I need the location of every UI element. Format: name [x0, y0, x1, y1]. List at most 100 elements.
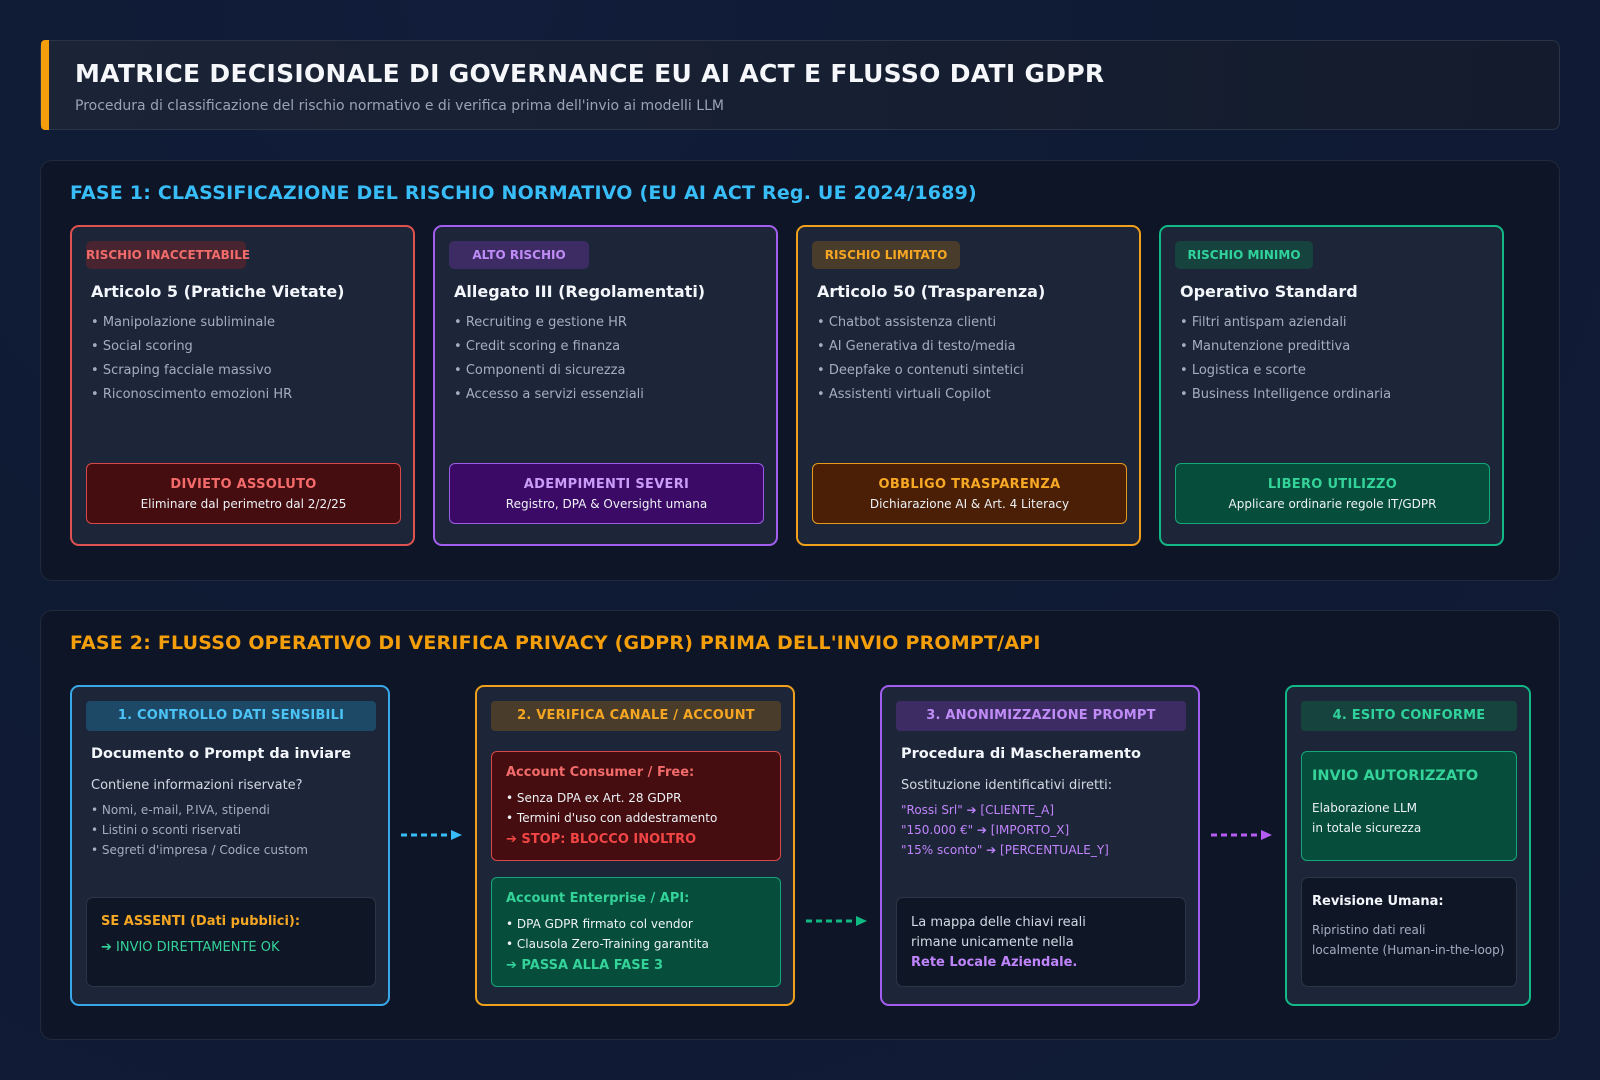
page-title: MATRICE DECISIONALE DI GOVERNANCE EU AI … — [75, 59, 1105, 88]
list-item: Manutenzione predittiva — [1180, 335, 1391, 359]
risk-list: Filtri antispam aziendali Manutenzione p… — [1180, 311, 1391, 407]
consumer-title: Account Consumer / Free: — [506, 765, 695, 780]
risk-card-minimal: RISCHIO MINIMO Operativo Standard Filtri… — [1159, 225, 1504, 546]
step3-intro: Sostituzione identificativi diretti: — [901, 778, 1113, 793]
phase2-title: FASE 2: FLUSSO OPERATIVO DI VERIFICA PRI… — [70, 632, 1041, 654]
list-item: Business Intelligence ordinaria — [1180, 383, 1391, 407]
list-item: Recruiting e gestione HR — [454, 311, 644, 335]
phase2-panel: FASE 2: FLUSSO OPERATIVO DI VERIFICA PRI… — [40, 610, 1560, 1040]
phase1-panel: FASE 1: CLASSIFICAZIONE DEL RISCHIO NORM… — [40, 160, 1560, 581]
step1-public-action: ➔ INVIO DIRETTAMENTE OK — [101, 940, 280, 955]
risk-list: Manipolazione subliminale Social scoring… — [91, 311, 292, 407]
risk-heading: Articolo 50 (Trasparenza) — [817, 282, 1046, 301]
risk-badge: ALTO RISCHIO — [449, 241, 589, 269]
authorized-box: INVIO AUTORIZZATO Elaborazione LLM in to… — [1301, 751, 1517, 861]
header-banner: MATRICE DECISIONALE DI GOVERNANCE EU AI … — [40, 40, 1560, 130]
risk-badge: RISCHIO MINIMO — [1175, 241, 1313, 269]
list-item: Deepfake o contenuti sintetici — [817, 359, 1024, 383]
page-subtitle: Procedura di classificazione del rischio… — [75, 98, 724, 114]
step4-card: 4. ESITO CONFORME INVIO AUTORIZZATO Elab… — [1285, 685, 1531, 1006]
human-review-box: Revisione Umana: Ripristino dati reali l… — [1301, 877, 1517, 987]
step1-list: Nomi, e-mail, P.IVA, stipendi Listini o … — [91, 800, 308, 860]
authorized-line: in totale sicurezza — [1312, 821, 1422, 835]
list-item: Clausola Zero-Training garantita — [506, 934, 709, 954]
risk-card-limited: RISCHIO LIMITATO Articolo 50 (Trasparenz… — [796, 225, 1141, 546]
step3-heading: Procedura di Mascheramento — [901, 746, 1141, 762]
risk-outcome-box: LIBERO UTILIZZO Applicare ordinarie rego… — [1175, 463, 1490, 524]
review-line: localmente (Human-in-the-loop) — [1312, 943, 1505, 957]
step3-card: 3. ANONIMIZZAZIONE PROMPT Procedura di M… — [880, 685, 1200, 1006]
list-item: Senza DPA ex Art. 28 GDPR — [506, 788, 717, 808]
risk-outcome-box: ADEMPIMENTI SEVERI Registro, DPA & Overs… — [449, 463, 764, 524]
list-item: Chatbot assistenza clienti — [817, 311, 1024, 335]
list-item: Nomi, e-mail, P.IVA, stipendi — [91, 800, 308, 820]
risk-list: Chatbot assistenza clienti AI Generativa… — [817, 311, 1024, 407]
risk-card-unacceptable: RISCHIO INACCETTABILE Articolo 5 (Pratic… — [70, 225, 415, 546]
list-item: Riconoscimento emozioni HR — [91, 383, 292, 407]
dashed-arrow-right-icon — [804, 914, 870, 928]
consumer-list: Senza DPA ex Art. 28 GDPR Termini d'uso … — [506, 788, 717, 828]
step1-question: Contiene informazioni riservate? — [91, 778, 303, 793]
risk-outcome-text: Dichiarazione AI & Art. 4 Literacy — [869, 497, 1070, 511]
list-item: Filtri antispam aziendali — [1180, 311, 1391, 335]
mapping-item: "Rossi Srl" ➔ [CLIENTE_A] — [901, 803, 1055, 817]
risk-outcome-title: OBBLIGO TRASPARENZA — [878, 477, 1061, 492]
list-item: DPA GDPR firmato col vendor — [506, 914, 709, 934]
list-item: Logistica e scorte — [1180, 359, 1391, 383]
mapping-item: "150.000 €" ➔ [IMPORTO_X] — [901, 823, 1070, 837]
step3-badge: 3. ANONIMIZZAZIONE PROMPT — [896, 701, 1186, 731]
list-item: Segreti d'impresa / Codice custom — [91, 840, 308, 860]
risk-outcome-title: DIVIETO ASSOLUTO — [170, 477, 317, 492]
consumer-action: ➔ STOP: BLOCCO INOLTRO — [506, 832, 697, 847]
risk-outcome-title: ADEMPIMENTI SEVERI — [523, 477, 690, 492]
list-item: Termini d'uso con addestramento — [506, 808, 717, 828]
list-item: Listini o sconti riservati — [91, 820, 308, 840]
risk-card-high: ALTO RISCHIO Allegato III (Regolamentati… — [433, 225, 778, 546]
risk-heading: Allegato III (Regolamentati) — [454, 282, 706, 301]
note-line: La mappa delle chiavi reali — [911, 915, 1086, 930]
step1-badge: 1. CONTROLLO DATI SENSIBILI — [86, 701, 376, 731]
risk-heading: Articolo 5 (Pratiche Vietate) — [91, 282, 345, 301]
enterprise-account-box: Account Enterprise / API: DPA GDPR firma… — [491, 877, 781, 987]
dashed-arrow-right-icon — [399, 828, 465, 842]
step1-public-box: SE ASSENTI (Dati pubblici): ➔ INVIO DIRE… — [86, 897, 376, 987]
key-map-note: La mappa delle chiavi reali rimane unica… — [911, 913, 1086, 973]
dashed-arrow-right-icon — [1209, 828, 1275, 842]
risk-heading: Operativo Standard — [1180, 282, 1358, 301]
enterprise-title: Account Enterprise / API: — [506, 891, 690, 906]
step2-card: 2. VERIFICA CANALE / ACCOUNT Account Con… — [475, 685, 795, 1006]
list-item: Manipolazione subliminale — [91, 311, 292, 335]
step1-public-title: SE ASSENTI (Dati pubblici): — [101, 914, 301, 929]
step1-heading: Documento o Prompt da inviare — [91, 746, 352, 762]
enterprise-list: DPA GDPR firmato col vendor Clausola Zer… — [506, 914, 709, 954]
header-accent-bar — [41, 40, 49, 130]
risk-outcome-title: LIBERO UTILIZZO — [1267, 477, 1398, 492]
human-review-title: Revisione Umana: — [1312, 894, 1444, 909]
list-item: Componenti di sicurezza — [454, 359, 644, 383]
list-item: AI Generativa di testo/media — [817, 335, 1024, 359]
list-item: Assistenti virtuali Copilot — [817, 383, 1024, 407]
authorized-text: Elaborazione LLM in totale sicurezza — [1312, 798, 1421, 838]
list-item: Credit scoring e finanza — [454, 335, 644, 359]
step1-card: 1. CONTROLLO DATI SENSIBILI Documento o … — [70, 685, 390, 1006]
list-item: Scraping facciale massivo — [91, 359, 292, 383]
mapping-list: "Rossi Srl" ➔ [CLIENTE_A] "150.000 €" ➔ … — [901, 800, 1109, 860]
risk-list: Recruiting e gestione HR Credit scoring … — [454, 311, 644, 407]
risk-outcome-box: OBBLIGO TRASPARENZA Dichiarazione AI & A… — [812, 463, 1127, 524]
risk-outcome-box: DIVIETO ASSOLUTO Eliminare dal perimetro… — [86, 463, 401, 524]
key-map-note-box: La mappa delle chiavi reali rimane unica… — [896, 897, 1186, 987]
note-emphasis: Rete Locale Aziendale. — [911, 955, 1078, 970]
risk-outcome-text: Applicare ordinarie regole IT/GDPR — [1228, 497, 1437, 511]
list-item: Accesso a servizi essenziali — [454, 383, 644, 407]
risk-badge: RISCHIO INACCETTABILE — [86, 241, 250, 269]
phase1-title: FASE 1: CLASSIFICAZIONE DEL RISCHIO NORM… — [70, 182, 977, 204]
list-item: Social scoring — [91, 335, 292, 359]
authorized-line: Elaborazione LLM — [1312, 801, 1418, 815]
authorized-title: INVIO AUTORIZZATO — [1312, 768, 1479, 784]
review-line: Ripristino dati reali — [1312, 923, 1426, 937]
risk-badge: RISCHIO LIMITATO — [812, 241, 960, 269]
consumer-account-box: Account Consumer / Free: Senza DPA ex Ar… — [491, 751, 781, 861]
step2-badge: 2. VERIFICA CANALE / ACCOUNT — [491, 701, 781, 731]
risk-outcome-text: Registro, DPA & Oversight umana — [505, 497, 708, 511]
risk-outcome-text: Eliminare dal perimetro dal 2/2/25 — [140, 497, 347, 511]
